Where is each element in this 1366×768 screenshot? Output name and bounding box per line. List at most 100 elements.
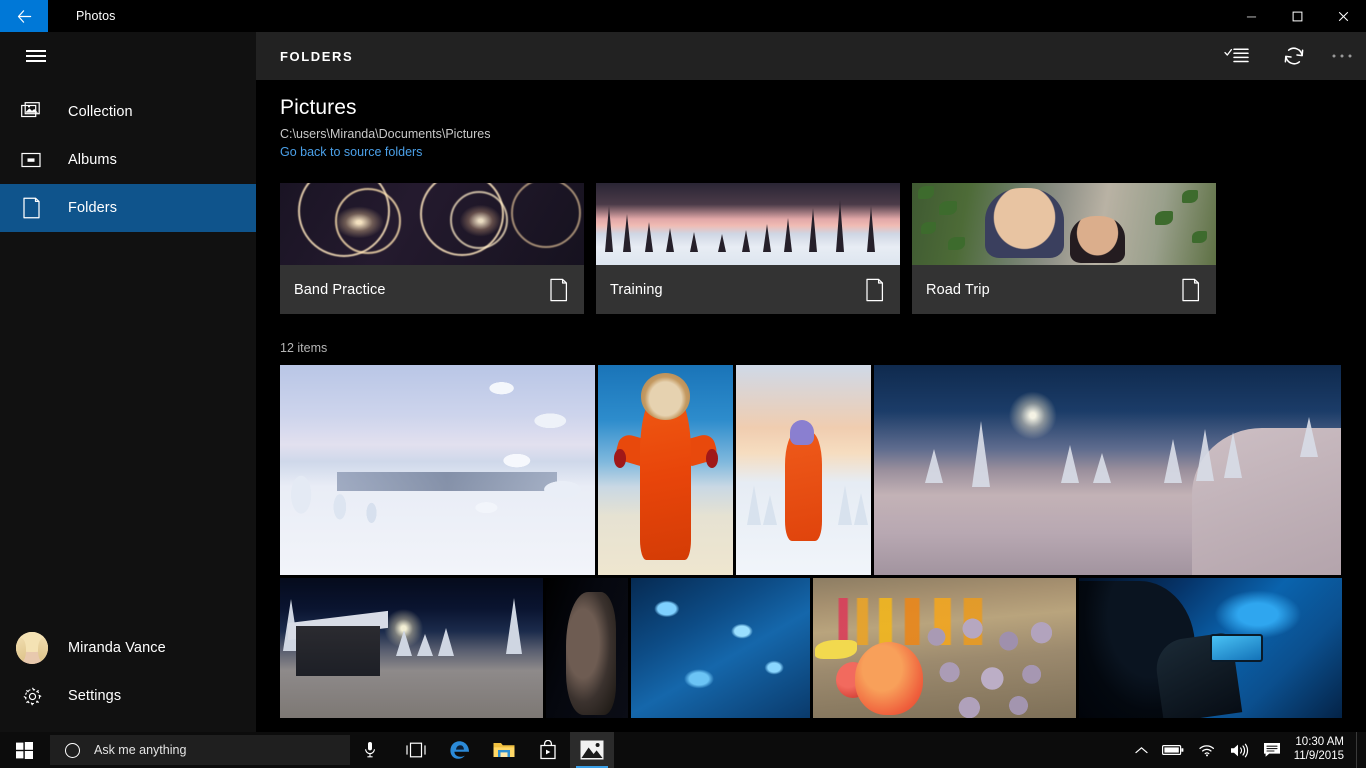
photo-tile-blue-ice-crystals[interactable] bbox=[630, 578, 810, 718]
refresh-button[interactable] bbox=[1270, 32, 1318, 80]
sidebar-item-label: Folders bbox=[68, 200, 118, 216]
action-center-icon bbox=[1263, 743, 1280, 757]
network-button[interactable] bbox=[1191, 732, 1223, 768]
sidebar-item-albums[interactable]: Albums bbox=[0, 136, 256, 184]
file-explorer-button[interactable] bbox=[482, 732, 526, 768]
couple-ivy-wall-thumb bbox=[912, 183, 1216, 265]
more-options-button[interactable] bbox=[1318, 32, 1366, 80]
folder-content: Pictures C:\users\Miranda\Documents\Pict… bbox=[256, 80, 1366, 736]
edge-browser-icon bbox=[450, 741, 469, 759]
volume-button[interactable] bbox=[1223, 732, 1256, 768]
folder-card-label-bar: Band Practice bbox=[280, 265, 584, 314]
photo-tile-portrait-dark[interactable] bbox=[546, 578, 628, 718]
sidebar-bottom-section: Miranda Vance Settings bbox=[0, 624, 256, 736]
select-icon bbox=[1224, 48, 1249, 63]
page-title: Pictures bbox=[280, 96, 357, 119]
microphone-button[interactable] bbox=[350, 732, 390, 768]
main-content-area: FOLDERS Pictures C:\users\Miranda\Docume… bbox=[256, 32, 1366, 736]
volume-icon bbox=[1230, 743, 1248, 757]
edge-browser-button[interactable] bbox=[438, 732, 482, 768]
hamburger-menu-button[interactable] bbox=[0, 32, 256, 80]
photos-app-window: Photos Collection Albums Folders Miranda… bbox=[0, 0, 1366, 768]
folder-path: C:\users\Miranda\Documents\Pictures bbox=[280, 127, 491, 141]
photos-app-button[interactable] bbox=[570, 732, 614, 768]
photo-tile-fruit-market[interactable] bbox=[812, 578, 1076, 718]
folder-card-label-bar: Training bbox=[596, 265, 900, 314]
photo-grid-row bbox=[280, 578, 1343, 718]
sidebar-item-account[interactable]: Miranda Vance bbox=[0, 624, 256, 672]
minimize-icon bbox=[1246, 15, 1256, 17]
close-icon bbox=[1338, 11, 1348, 21]
back-arrow-icon bbox=[17, 9, 31, 23]
sidebar-item-collection[interactable]: Collection bbox=[0, 88, 256, 136]
photo-tile-aquarium-photographer[interactable] bbox=[1078, 578, 1343, 718]
refresh-icon bbox=[1284, 47, 1304, 65]
folder-thumbnail bbox=[596, 183, 900, 265]
show-hidden-icons-chevron bbox=[1135, 746, 1148, 753]
item-count-label: 12 items bbox=[280, 341, 328, 355]
search-placeholder: Ask me anything bbox=[94, 743, 187, 757]
go-back-to-source-folders-link[interactable]: Go back to source folders bbox=[280, 145, 422, 159]
photo-tile-child-skiing[interactable] bbox=[736, 365, 871, 575]
battery-button[interactable] bbox=[1155, 732, 1191, 768]
photo-tile-cabin-night[interactable] bbox=[280, 578, 544, 718]
maximize-button[interactable] bbox=[1274, 0, 1320, 32]
start-button[interactable] bbox=[0, 732, 48, 768]
command-bar: FOLDERS bbox=[256, 32, 1366, 80]
sidebar-nav-list: Collection Albums Folders bbox=[0, 88, 256, 232]
folder-icon bbox=[8, 184, 56, 232]
cortana-circle-icon bbox=[65, 742, 80, 758]
clock-date: 11/9/2015 bbox=[1293, 750, 1344, 762]
action-center-button[interactable] bbox=[1256, 732, 1288, 768]
back-button[interactable] bbox=[0, 0, 48, 32]
folder-thumbnail bbox=[912, 183, 1216, 265]
folder-card-name: Band Practice bbox=[294, 281, 386, 298]
sidebar-item-folders[interactable]: Folders bbox=[0, 184, 256, 232]
show-hidden-icons-button[interactable] bbox=[1128, 732, 1155, 768]
wifi-icon bbox=[1199, 745, 1214, 757]
photo-tile-child-orange-snowsuit[interactable] bbox=[598, 365, 733, 575]
snowy-forest-sunset-thumb bbox=[596, 183, 900, 265]
photo-tile-snow-road[interactable] bbox=[280, 365, 595, 575]
folder-card-road-trip[interactable]: Road Trip bbox=[912, 183, 1216, 314]
sidebar-item-label: Collection bbox=[68, 104, 133, 120]
more-options-icon bbox=[1332, 54, 1352, 58]
folder-card-training[interactable]: Training bbox=[596, 183, 900, 314]
search-input[interactable]: Ask me anything bbox=[50, 735, 350, 765]
gear-icon bbox=[8, 672, 56, 720]
photo-grid-row bbox=[280, 365, 1342, 575]
microphone-icon bbox=[365, 742, 375, 758]
folder-card-band-practice[interactable]: Band Practice bbox=[280, 183, 584, 314]
albums-icon bbox=[8, 136, 56, 184]
folder-icon bbox=[860, 275, 890, 305]
folder-card-name: Road Trip bbox=[926, 281, 990, 298]
windows-start-icon bbox=[15, 741, 33, 759]
folder-card-name: Training bbox=[610, 281, 663, 298]
task-view-button[interactable] bbox=[394, 732, 438, 768]
settings-label: Settings bbox=[68, 688, 122, 704]
command-bar-actions bbox=[1210, 32, 1366, 80]
task-view-icon bbox=[406, 742, 426, 758]
microsoft-store-button[interactable] bbox=[526, 732, 570, 768]
window-controls bbox=[1228, 0, 1366, 32]
maximize-icon bbox=[1292, 11, 1302, 21]
account-name-label: Miranda Vance bbox=[68, 640, 166, 656]
photo-tile-moonlit-snow-field[interactable] bbox=[874, 365, 1341, 575]
file-explorer-icon bbox=[493, 743, 515, 757]
sparkler-light-painting-thumb bbox=[280, 183, 584, 265]
clock-button[interactable]: 10:30 AM 11/9/2015 bbox=[1288, 732, 1356, 768]
collection-photos-icon bbox=[8, 88, 56, 136]
app-title: Photos bbox=[76, 9, 116, 23]
sidebar-item-label: Albums bbox=[68, 152, 117, 168]
navigation-sidebar: Collection Albums Folders Miranda Vance … bbox=[0, 32, 256, 736]
photos-app-icon bbox=[580, 740, 604, 760]
title-bar: Photos bbox=[0, 0, 1366, 32]
battery-icon bbox=[1161, 745, 1184, 756]
minimize-button[interactable] bbox=[1228, 0, 1274, 32]
close-button[interactable] bbox=[1320, 0, 1366, 32]
show-desktop-button[interactable] bbox=[1356, 732, 1364, 768]
command-bar-title: FOLDERS bbox=[280, 48, 354, 64]
select-button[interactable] bbox=[1210, 32, 1264, 80]
sidebar-item-settings[interactable]: Settings bbox=[0, 672, 256, 720]
folder-icon bbox=[544, 275, 574, 305]
